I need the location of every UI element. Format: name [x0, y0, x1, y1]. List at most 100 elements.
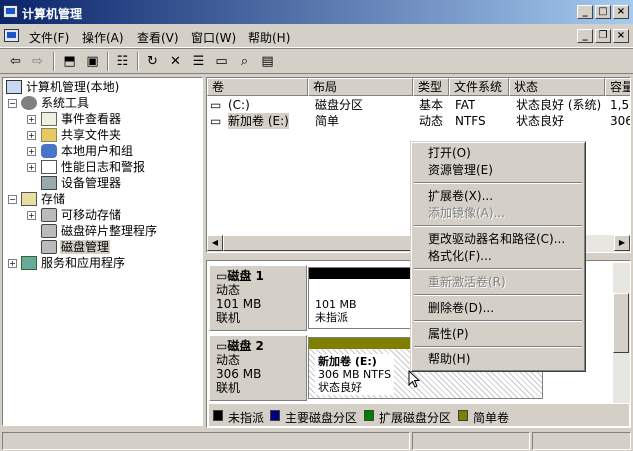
expand-icon[interactable]: + [27, 163, 36, 172]
cell-type: 动态 [419, 114, 444, 128]
cell-volume: 新加卷 (E:) [228, 113, 289, 129]
expand-icon[interactable]: + [27, 131, 36, 140]
tree-node-shared-folders[interactable]: 共享文件夹 [41, 127, 122, 143]
menu-item-format[interactable]: 格式化(F)... [428, 248, 492, 265]
disk-icon: ▭ [216, 339, 228, 353]
close-button[interactable]: × [613, 5, 629, 19]
disk-1-state: 联机 [216, 311, 241, 325]
column-header-layout[interactable]: 布局 [308, 78, 413, 96]
defrag-icon [41, 224, 57, 238]
tree-node-event-viewer[interactable]: 事件查看器 [41, 111, 122, 127]
legend: 未指派 主要磁盘分区 扩展磁盘分区 简单卷 [209, 404, 629, 426]
tree-node-root[interactable]: 计算机管理(本地) [6, 79, 120, 95]
tree-node-disk-management[interactable]: 磁盘管理 [41, 239, 111, 255]
maximize-button[interactable]: □ [595, 5, 611, 19]
column-header-status[interactable]: 状态 [509, 78, 605, 96]
tree-node-removable-storage[interactable]: 可移动存储 [41, 207, 122, 223]
legend-primary: 主要磁盘分区 [285, 411, 358, 425]
menu-item-help[interactable]: 帮助(H) [428, 351, 470, 368]
device-manager-icon [41, 176, 57, 190]
menu-window[interactable]: 窗口(W) [191, 29, 236, 46]
users-icon [41, 144, 57, 158]
back-arrow-icon[interactable]: ⇦ [6, 52, 25, 71]
mouse-cursor-icon [408, 370, 421, 388]
child-minimize-button[interactable]: _ [577, 29, 593, 43]
child-close-button[interactable]: × [613, 29, 629, 43]
collapse-icon[interactable]: − [8, 195, 17, 204]
delete-icon[interactable]: ✕ [166, 52, 185, 71]
show-hide-tree-icon[interactable]: ▣ [83, 52, 102, 71]
export-icon[interactable]: ▤ [258, 52, 277, 71]
properties-sheet-icon[interactable]: ☰ [189, 52, 208, 71]
scroll-thumb[interactable] [223, 235, 413, 251]
menu-item-properties[interactable]: 属性(P) [428, 326, 469, 343]
disk-2-info[interactable]: ▭磁盘 2 动态 306 MB 联机 [209, 335, 307, 401]
menu-item-delete[interactable]: 删除卷(D)... [428, 300, 494, 317]
menu-item-extend[interactable]: 扩展卷(X)... [428, 188, 493, 205]
status-cell [412, 432, 530, 450]
context-menu: 打开(O) 资源管理(E) 扩展卷(X)... 添加镜像(A)... 更改驱动器… [410, 141, 586, 372]
expand-icon[interactable]: + [27, 147, 36, 156]
menu-separator [414, 182, 582, 184]
tree-node-storage[interactable]: 存储 [21, 191, 66, 207]
tree-node-system-tools[interactable]: 系统工具 [21, 95, 90, 111]
console-tree[interactable]: 计算机管理(本地) − 系统工具 + 事件查看器 + 共享文件夹 + 本地用户和… [2, 77, 203, 426]
tree-node-defrag[interactable]: 磁盘碎片整理程序 [41, 223, 158, 239]
scroll-right-button[interactable]: ▶ [614, 235, 630, 251]
up-folder-icon[interactable]: ⬒ [60, 52, 79, 71]
vertical-scrollbar[interactable] [613, 263, 630, 403]
tree-node-local-users[interactable]: 本地用户和组 [41, 143, 134, 159]
menu-item-open[interactable]: 打开(O) [428, 145, 471, 162]
cell-status: 状态良好 (系统) [516, 98, 602, 112]
disk-1-info[interactable]: ▭磁盘 1 动态 101 MB 联机 [209, 265, 307, 331]
menu-item-explore[interactable]: 资源管理(E) [428, 162, 493, 179]
open-folder-icon[interactable]: ▭ [212, 52, 231, 71]
collapse-icon[interactable]: − [8, 99, 17, 108]
mdi-document-icon[interactable] [4, 29, 19, 42]
partition-status: 状态良好 [318, 381, 362, 394]
column-header-type[interactable]: 类型 [413, 78, 449, 96]
refresh-icon[interactable]: ↻ [143, 52, 162, 71]
disk-1-name: 磁盘 1 [227, 269, 264, 283]
column-header-filesystem[interactable]: 文件系统 [449, 78, 509, 96]
cell-capacity: 306 [610, 114, 631, 128]
menu-help[interactable]: 帮助(H) [248, 29, 290, 46]
tree-node-services[interactable]: 服务和应用程序 [21, 255, 126, 271]
disk-2-name: 磁盘 2 [227, 339, 264, 353]
menu-item-add-mirror[interactable]: 添加镜像(A)... [428, 205, 505, 222]
menu-view[interactable]: 查看(V) [137, 29, 179, 46]
menu-separator [414, 320, 582, 322]
disk-icon: ▭ [216, 269, 228, 283]
legend-simple: 简单卷 [473, 411, 510, 425]
title-bar[interactable]: 计算机管理 _ □ × [0, 0, 633, 24]
forward-arrow-icon[interactable]: ⇨ [28, 52, 47, 71]
cell-filesystem: NTFS [455, 114, 486, 128]
column-header-volume[interactable]: 卷 [207, 78, 308, 96]
search-icon[interactable]: ⌕ [235, 52, 254, 71]
cell-filesystem: FAT [455, 98, 476, 112]
column-header-capacity[interactable]: 容量 [605, 78, 630, 96]
menu-item-reactivate[interactable]: 重新激活卷(R) [428, 274, 506, 291]
minimize-button[interactable]: _ [577, 5, 593, 19]
cell-type: 基本 [419, 98, 444, 112]
removable-storage-icon [41, 208, 57, 222]
legend-unallocated: 未指派 [228, 411, 265, 425]
legend-swatch-unallocated [213, 410, 223, 421]
menu-bar: 文件(F) 操作(A) 查看(V) 窗口(W) 帮助(H) _ ❐ × [0, 24, 633, 48]
menu-file[interactable]: 文件(F) [29, 29, 69, 46]
child-restore-button[interactable]: ❐ [595, 29, 611, 43]
tree-node-perf-logs[interactable]: 性能日志和警报 [41, 159, 146, 175]
scroll-left-button[interactable]: ◀ [207, 235, 223, 251]
menu-item-change-letter[interactable]: 更改驱动器名和路径(C)... [428, 231, 565, 248]
tree-node-device-manager[interactable]: 设备管理器 [41, 175, 122, 191]
expand-icon[interactable]: + [27, 115, 36, 124]
menu-separator [414, 346, 582, 348]
scroll-thumb[interactable] [613, 293, 629, 353]
menu-action[interactable]: 操作(A) [82, 29, 124, 46]
cell-layout: 简单 [315, 114, 340, 128]
properties-icon[interactable]: ☷ [113, 52, 132, 71]
expand-icon[interactable]: + [27, 211, 36, 220]
expand-icon[interactable]: + [8, 259, 17, 268]
volume-icon: ▭ [210, 98, 222, 112]
tools-icon [21, 96, 37, 110]
